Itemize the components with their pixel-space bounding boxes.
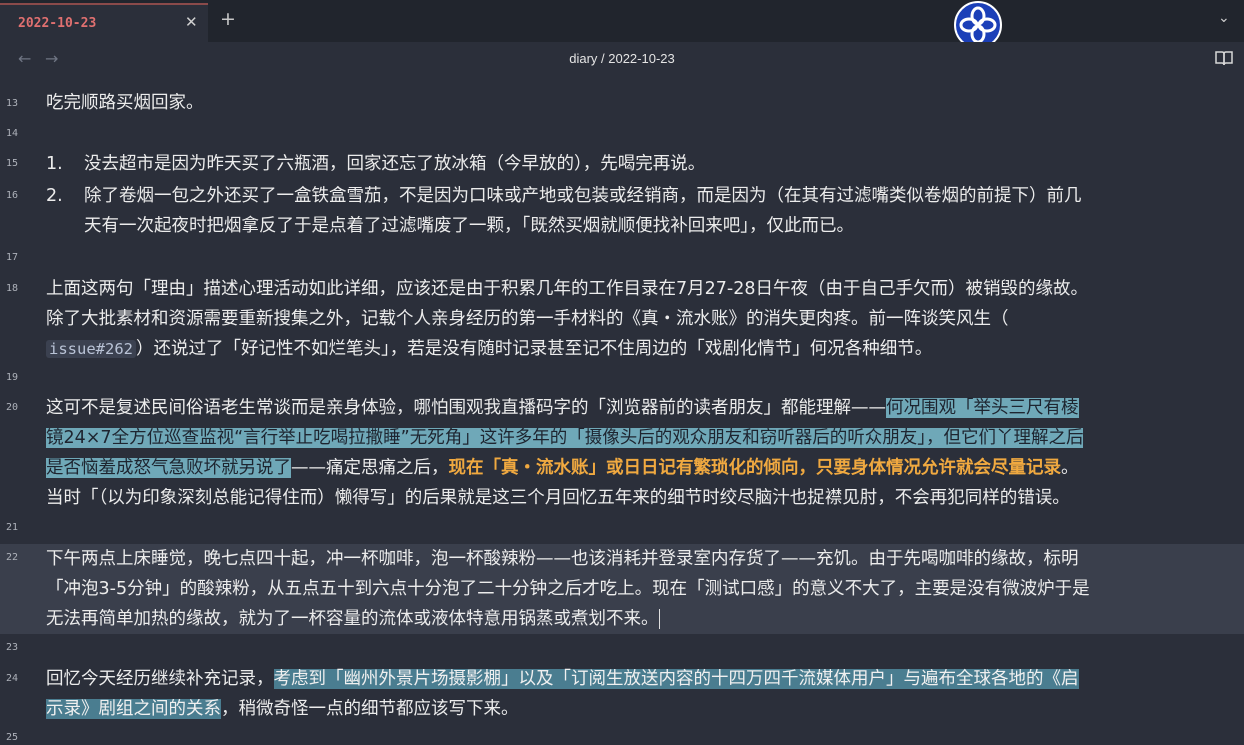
paragraph-text: 无法再简单加热的缘故，就为了一杯容量的流体或液体特意用锅蒸或煮划不来。 bbox=[46, 609, 659, 629]
paragraph-22: 下午两点上床睡觉，晚七点四十起，冲一杯咖啡，泡一杯酸辣粉——也该消耗并登录室内存… bbox=[46, 549, 1079, 569]
breadcrumb[interactable]: diary / 2022-10-23 bbox=[0, 51, 1244, 66]
list-item-2: 2. 除了卷烟一包之外还买了一盒铁盒雪茄，不是因为口味或产地或包装或经销商，而是因… bbox=[46, 181, 1236, 211]
view-header: ← → diary / 2022-10-23 bbox=[0, 42, 1244, 78]
chevron-down-icon[interactable]: ⌄ bbox=[1218, 10, 1230, 26]
list-marker: 2. bbox=[46, 186, 63, 206]
paragraph-20-wrap: 当时「（以为印象深刻总能记得住而）懒得写」的后果就是这三个月回忆五年来的细节时绞… bbox=[46, 488, 1070, 508]
line-number: 22 bbox=[6, 552, 19, 563]
highlighted-text: 何况围观「举头三尺有棱 bbox=[886, 398, 1079, 418]
line-number: 20 bbox=[6, 402, 19, 413]
paragraph-text: 回忆今天经历继续补充记录， bbox=[46, 669, 274, 689]
line-number: 13 bbox=[6, 98, 19, 109]
paragraph-text: ，稍微奇怪一点的细节都应该写下来。 bbox=[221, 699, 519, 719]
line-number: 16 bbox=[6, 190, 19, 201]
paragraph-text: ——痛定思痛之后， bbox=[291, 458, 449, 478]
list-item-1: 1. 没去超市是因为昨天买了六瓶酒，回家还忘了放冰箱（今早放的），先喝完再说。 bbox=[46, 149, 1236, 179]
paragraph-22-wrap: 「冲泡3-5分钟」的酸辣粉，从五点五十到六点十分泡了二十分钟之后才吃上。现在「测… bbox=[46, 579, 1090, 599]
paragraph-18: 上面这两句「理由」描述心理活动如此详细，应该还是由于积累几年的工作目录在7月27… bbox=[46, 279, 1088, 299]
line-number: 17 bbox=[6, 252, 19, 263]
line-number: 21 bbox=[6, 522, 19, 533]
line-number: 18 bbox=[6, 283, 19, 294]
close-tab-icon[interactable]: ✕ bbox=[185, 13, 198, 31]
paragraph-text: 。 bbox=[1061, 458, 1079, 478]
bold-emphasis-text: 现在「真・流水账」或日日记有繁琐化的倾向，只要身体情况允许就会尽量记录 bbox=[448, 458, 1062, 478]
paragraph-13: 吃完顺路买烟回家。 bbox=[46, 93, 204, 113]
highlighted-text: 是否恼羞成怒气急败坏就另说了 bbox=[46, 458, 291, 478]
line-number: 19 bbox=[6, 372, 19, 383]
tab-title[interactable]: 2022-10-23 bbox=[18, 16, 96, 31]
list-item-text: 除了卷烟一包之外还买了一盒铁盒雪茄，不是因为口味或产地或包装或经销商，而是因为（… bbox=[84, 186, 1082, 206]
paragraph-20: 这可不是复述民间俗语老生常谈而是亲身体验，哪怕围观我直播码字的「浏览器前的读者朋… bbox=[46, 393, 1236, 423]
issue-link[interactable]: issue#262 bbox=[46, 340, 136, 358]
line-number: 24 bbox=[6, 673, 19, 684]
selected-text: 考虑到「幽州外景片场摄影棚」以及「订阅生放送内容的十四万四千流媒体用户」与遍布全… bbox=[273, 669, 1079, 689]
paragraph-text: ）还说过了「好记性不如烂笔头」，若是没有随时记录甚至记不住周边的「戏剧化情节」何… bbox=[136, 339, 933, 359]
highlighted-text: 镜24×7全方位巡查监视“言行举止吃喝拉撒睡”无死角」这许多年的「摄像头后的观众… bbox=[46, 428, 1084, 448]
paragraph-text: 这可不是复述民间俗语老生常谈而是亲身体验，哪怕围观我直播码字的「浏览器前的读者朋… bbox=[46, 398, 886, 418]
line-number: 14 bbox=[6, 128, 19, 139]
text-cursor bbox=[658, 609, 660, 629]
paragraph-22-wrap: 无法再简单加热的缘故，就为了一杯容量的流体或液体特意用锅蒸或煮划不来。 bbox=[46, 604, 1236, 634]
paragraph-18-wrap: issue#262 ）还说过了「好记性不如烂笔头」，若是没有随时记录甚至记不住周边… bbox=[46, 334, 1236, 364]
list-marker: 1. bbox=[46, 154, 63, 174]
paragraph-24: 回忆今天经历继续补充记录，考虑到「幽州外景片场摄影棚」以及「订阅生放送内容的十四… bbox=[46, 664, 1236, 694]
paragraph-24-wrap: 示录》剧组之间的关系，稍微奇怪一点的细节都应该写下来。 bbox=[46, 694, 1236, 724]
paragraph-18-wrap: 除了大批素材和资源需要重新搜集之外，记载个人亲身经历的第一手材料的《真・流水账》… bbox=[46, 309, 1009, 329]
line-number: 15 bbox=[6, 158, 19, 169]
list-item-text: 没去超市是因为昨天买了六瓶酒，回家还忘了放冰箱（今早放的），先喝完再说。 bbox=[84, 154, 706, 174]
book-open-icon[interactable] bbox=[1215, 50, 1233, 70]
line-number: 25 bbox=[6, 732, 19, 743]
tab-diary-2022-10-23[interactable]: 2022-10-23 ✕ bbox=[0, 3, 208, 42]
selected-text: 示录》剧组之间的关系 bbox=[46, 699, 221, 719]
list-item-2-wrap: 天有一次起夜时把烟拿反了于是点着了过滤嘴废了一颗，「既然买烟就顺便找补回来吧」，… bbox=[84, 216, 854, 236]
paragraph-20-wrap: 镜24×7全方位巡查监视“言行举止吃喝拉撒睡”无死角」这许多年的「摄像头后的观众… bbox=[46, 423, 1236, 453]
line-number: 23 bbox=[6, 642, 19, 653]
new-tab-icon[interactable]: + bbox=[220, 8, 236, 30]
tab-bar: 2022-10-23 ✕ + ⌄ bbox=[0, 0, 1244, 49]
paragraph-20-wrap: 是否恼羞成怒气急败坏就另说了——痛定思痛之后，现在「真・流水账」或日日记有繁琐化… bbox=[46, 453, 1236, 483]
